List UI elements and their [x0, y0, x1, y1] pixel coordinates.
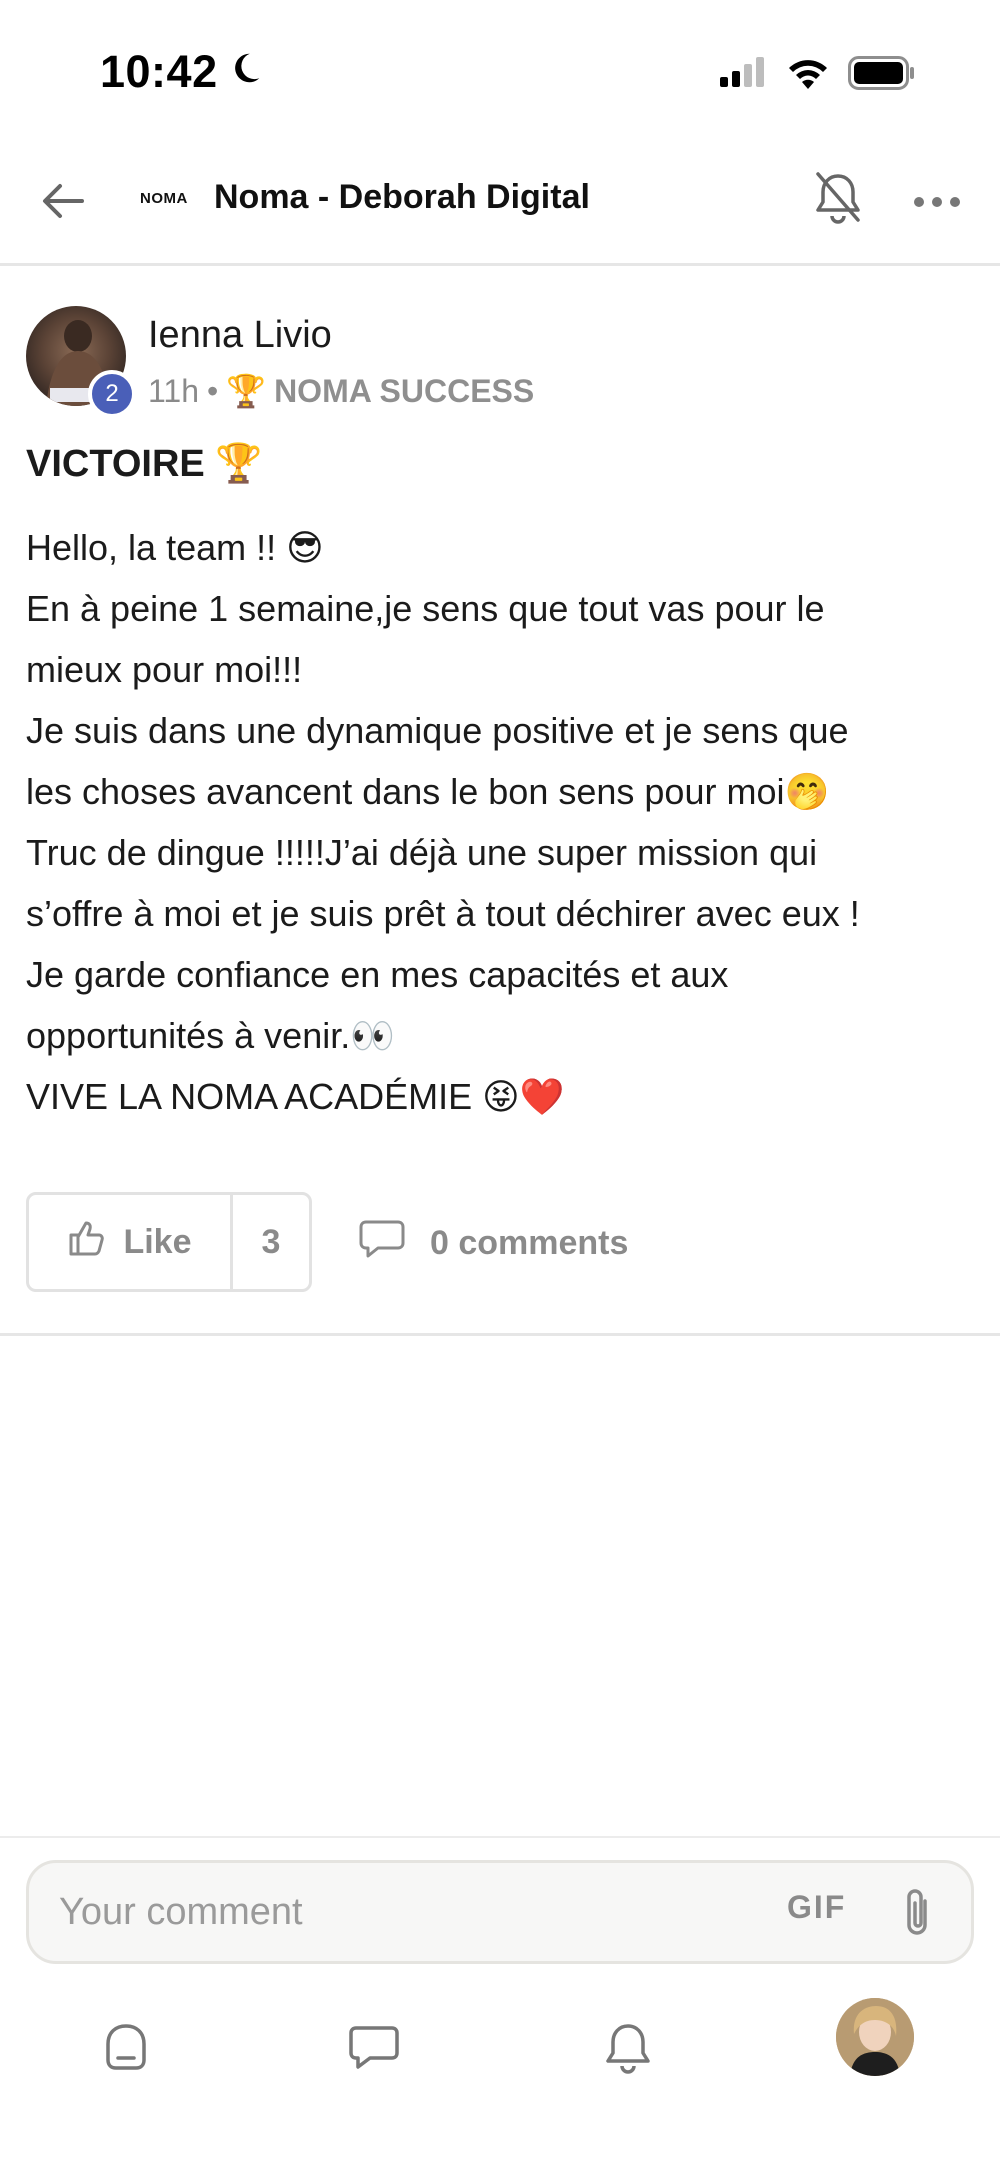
thumbs-up-icon: [67, 1218, 107, 1267]
reaction-box: Like 3: [26, 1192, 312, 1292]
post-body: Hello, la team !! 😎 En à peine 1 semaine…: [26, 517, 986, 1127]
like-label: Like: [123, 1222, 192, 1261]
like-button[interactable]: Like: [29, 1195, 233, 1289]
app-header: NOMA Noma - Deborah Digital: [0, 140, 1000, 266]
paperclip-icon[interactable]: [897, 1887, 937, 1941]
moon-icon: [226, 46, 264, 98]
home-icon[interactable]: [98, 2020, 154, 2076]
like-count[interactable]: 3: [233, 1195, 309, 1289]
bell-off-icon[interactable]: [812, 170, 864, 226]
bottom-nav: [0, 1998, 1000, 2098]
post-title: VICTOIRE 🏆: [26, 443, 263, 485]
battery-icon: [848, 56, 916, 90]
post-body-line: Truc de dingue !!!!!J’ai déjà une super …: [26, 832, 818, 873]
page-title[interactable]: Noma - Deborah Digital: [214, 178, 590, 217]
more-icon[interactable]: [912, 192, 962, 212]
post-body-line: s’offre à moi et je suis prêt à tout déc…: [26, 893, 860, 934]
meta-separator: •: [207, 372, 219, 409]
post-body-line: Je garde confiance en mes capacités et a…: [26, 954, 729, 995]
screen: 10:42 NOMA Noma - Deborah Digital 2 Ienn…: [0, 0, 1000, 2168]
post-body-line: Je suis dans une dynamique positive et j…: [26, 710, 849, 751]
chat-icon[interactable]: [346, 2020, 402, 2076]
gif-button[interactable]: GIF: [787, 1889, 846, 1926]
status-bar: 10:42: [0, 0, 1000, 140]
trophy-icon: 🏆: [226, 373, 267, 409]
back-arrow-icon[interactable]: [38, 176, 88, 226]
author-name[interactable]: Ienna Livio: [148, 314, 332, 357]
wifi-icon: [786, 56, 830, 90]
post-body-line: En à peine 1 semaine,je sens que tout va…: [26, 588, 825, 629]
group-logo[interactable]: NOMA: [140, 190, 188, 207]
status-time: 10:42: [100, 46, 218, 97]
post-body-line: les choses avancent dans le bon sens pou…: [26, 771, 830, 812]
post-body-line: VIVE LA NOMA ACADÉMIE 😝❤️: [26, 1076, 565, 1117]
post-meta: 11h • 🏆 NOMA SUCCESS: [148, 372, 534, 410]
post-body-line: Hello, la team !! 😎: [26, 527, 324, 568]
comments-button[interactable]: 0 comments: [358, 1216, 628, 1270]
comment-bar: GIF: [0, 1836, 1000, 2168]
signal-icon: [718, 57, 768, 89]
notifications-icon[interactable]: [600, 2020, 656, 2076]
comment-input-wrap: GIF: [26, 1860, 974, 1964]
post-time: 11h: [148, 372, 200, 409]
space-name[interactable]: NOMA SUCCESS: [274, 373, 534, 410]
comment-input[interactable]: [59, 1863, 759, 1961]
level-badge: 2: [88, 370, 136, 418]
post-card: 2 Ienna Livio 11h • 🏆 NOMA SUCCESS VICTO…: [0, 268, 1000, 1336]
comments-label: 0 comments: [430, 1223, 629, 1262]
comment-bubble-icon: [358, 1219, 406, 1268]
post-body-line: mieux pour moi!!!: [26, 649, 303, 690]
status-time-group: 10:42: [100, 46, 264, 98]
status-icons: [718, 56, 916, 90]
profile-avatar[interactable]: [836, 1998, 914, 2076]
post-body-line: opportunités à venir.👀: [26, 1015, 396, 1056]
